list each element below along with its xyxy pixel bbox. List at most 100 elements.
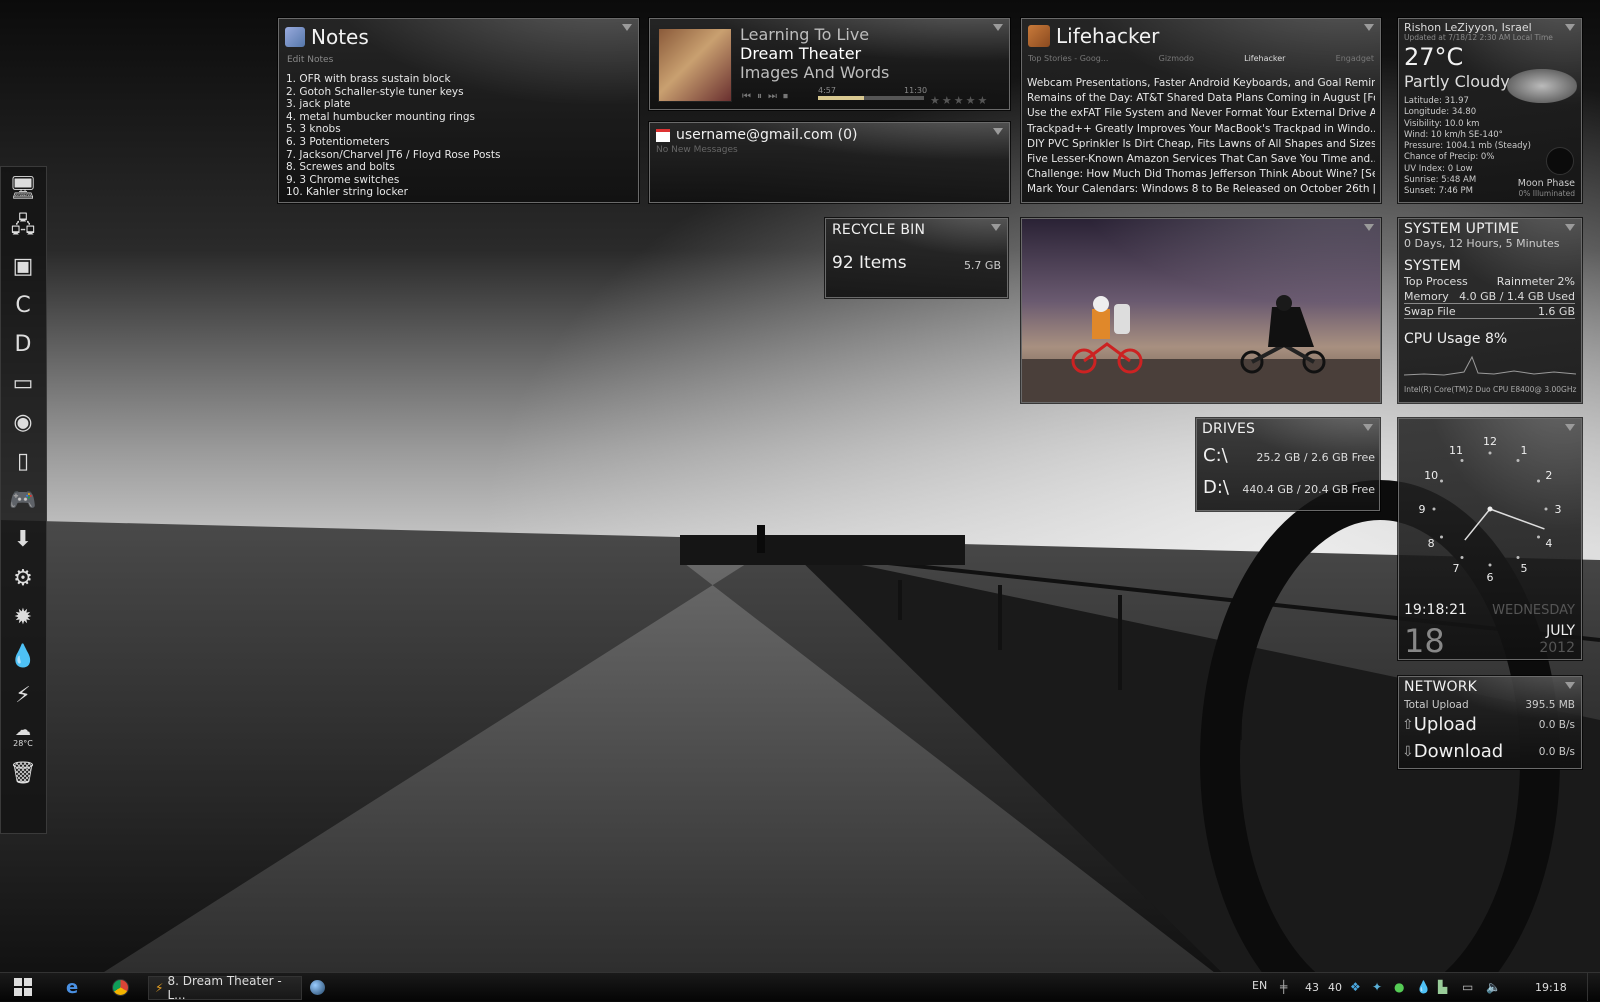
- note-item[interactable]: 4. metal humbucker mounting rings: [286, 111, 500, 124]
- edit-notes-link[interactable]: Edit Notes: [287, 55, 333, 65]
- clock-numeral: 12: [1483, 435, 1497, 448]
- clock-center: [1487, 506, 1493, 512]
- feed-headline[interactable]: Challenge: How Much Did Thomas Jefferson…: [1027, 167, 1375, 182]
- clock-year: 2012: [1539, 640, 1575, 656]
- feed-headline[interactable]: Mark Your Calendars: Windows 8 to Be Rel…: [1027, 182, 1375, 197]
- upload-value: 0.0 B/s: [1538, 718, 1575, 731]
- notes-icon: [285, 27, 305, 47]
- ie-taskbar-button[interactable]: e: [66, 976, 78, 998]
- menu-arrow-icon[interactable]: [622, 24, 632, 31]
- feed-headline[interactable]: Trackpad++ Greatly Improves Your MacBook…: [1027, 122, 1375, 137]
- menu-arrow-icon[interactable]: [991, 224, 1001, 231]
- feed-tab[interactable]: Gizmodo: [1159, 54, 1194, 63]
- feed-headline[interactable]: Use the exFAT File System and Never Form…: [1027, 106, 1375, 121]
- drive-d-info: 440.4 GB / 20.4 GB Free: [1242, 483, 1375, 496]
- gamepad-icon[interactable]: 🎮: [3, 482, 43, 518]
- note-item[interactable]: 8. Screwes and bolts: [286, 161, 500, 174]
- status-icon[interactable]: ●: [1394, 976, 1404, 998]
- note-item[interactable]: 2. Gotoh Schaller-style tuner keys: [286, 86, 500, 99]
- note-item[interactable]: 6. 3 Potentiometers: [286, 136, 500, 149]
- feed-tab[interactable]: Engadget: [1336, 54, 1374, 63]
- feed-headline[interactable]: Remains of the Day: AT&T Shared Data Pla…: [1027, 91, 1375, 106]
- star-icon[interactable]: ★: [966, 94, 976, 107]
- notes-list: 1. OFR with brass sustain block 2. Gotoh …: [286, 73, 500, 199]
- feed-tab[interactable]: Top Stories - Goog...: [1028, 54, 1108, 63]
- display-icon[interactable]: ▭: [1462, 976, 1473, 998]
- clock-numeral: 5: [1521, 562, 1528, 575]
- drive-c-letter[interactable]: C:\: [1203, 445, 1228, 466]
- note-item[interactable]: 5. 3 knobs: [286, 123, 500, 136]
- seek-bar[interactable]: [818, 96, 924, 100]
- phone-icon[interactable]: ▯: [3, 443, 43, 479]
- menu-arrow-icon[interactable]: [993, 128, 1003, 135]
- clock-tick: [1432, 507, 1436, 511]
- clock-numeral: 4: [1545, 537, 1552, 550]
- weather-detail: Pressure: 1004.1 mb (Steady): [1404, 141, 1531, 152]
- winamp-icon[interactable]: ⚡: [3, 677, 43, 713]
- drive-d-letter[interactable]: D:\: [1203, 477, 1229, 498]
- menu-arrow-icon[interactable]: [1565, 224, 1575, 231]
- ccleaner-icon[interactable]: C: [3, 287, 43, 323]
- screen-icon[interactable]: ▭: [3, 365, 43, 401]
- sync-icon[interactable]: ✦: [1372, 976, 1382, 998]
- pause-icon[interactable]: ⏸: [757, 91, 762, 102]
- network-icon[interactable]: 🖧: [3, 209, 43, 245]
- droplet-tray-icon[interactable]: 💧: [1416, 976, 1431, 998]
- recycle-bin-icon[interactable]: 🗑: [3, 755, 43, 791]
- droplet-icon[interactable]: 💧: [3, 638, 43, 674]
- taskbar: e ⚡ 8. Dream Theater - L... EN ╪ 43 40 ❖…: [0, 972, 1600, 1002]
- app-taskbar-button[interactable]: [310, 976, 325, 998]
- download-icon[interactable]: ⬇: [3, 521, 43, 557]
- feed-headline[interactable]: Webcam Presentations, Faster Android Key…: [1027, 76, 1375, 91]
- gear-icon[interactable]: ✹: [3, 599, 43, 635]
- note-item[interactable]: 3. jack plate: [286, 98, 500, 111]
- star-icon[interactable]: ★: [954, 94, 964, 107]
- star-icon[interactable]: ★: [942, 94, 952, 107]
- prev-icon[interactable]: ⏮: [742, 91, 751, 102]
- tray-clock[interactable]: 19:18: [1535, 976, 1567, 998]
- menu-arrow-icon[interactable]: [1565, 24, 1575, 31]
- download-value: 0.0 B/s: [1538, 745, 1575, 758]
- recycle-size: 5.7 GB: [963, 259, 1001, 272]
- gmail-account[interactable]: username@gmail.com (0): [676, 127, 858, 143]
- note-item[interactable]: 1. OFR with brass sustain block: [286, 73, 500, 86]
- language-indicator[interactable]: EN: [1252, 974, 1267, 996]
- feed-headline[interactable]: Five Lesser-Known Amazon Services That C…: [1027, 152, 1375, 167]
- menu-arrow-icon[interactable]: [1364, 24, 1374, 31]
- menu-arrow-icon[interactable]: [1565, 682, 1575, 689]
- rating-stars[interactable]: ★ ★ ★ ★ ★: [928, 89, 987, 108]
- moon-phase-label: Moon Phase: [1517, 178, 1575, 189]
- note-item[interactable]: 7. Jackson/Charvel JT6 / Floyd Rose Post…: [286, 149, 500, 162]
- settings-icon[interactable]: ⚙: [3, 560, 43, 596]
- chrome-taskbar-button[interactable]: [112, 976, 129, 998]
- star-icon[interactable]: ★: [930, 94, 940, 107]
- tray-signal-icon[interactable]: ╪: [1280, 976, 1287, 998]
- weather-icon[interactable]: ☁ 28°C: [3, 716, 43, 752]
- winamp-taskbar-button[interactable]: ⚡ 8. Dream Theater - L...: [148, 974, 302, 1002]
- show-desktop-button[interactable]: [1587, 973, 1600, 1001]
- feed-headline[interactable]: DIY PVC Sprinkler Is Dirt Cheap, Fits La…: [1027, 137, 1375, 152]
- stop-icon[interactable]: ⏹: [783, 91, 788, 102]
- daemon-tools-icon[interactable]: D: [3, 326, 43, 362]
- menu-arrow-icon[interactable]: [1363, 424, 1373, 431]
- start-button[interactable]: [14, 976, 32, 998]
- clock-numeral: 8: [1428, 537, 1435, 550]
- next-icon[interactable]: ⏭: [768, 91, 777, 102]
- star-icon[interactable]: ★: [978, 94, 988, 107]
- tray-count-1[interactable]: 43: [1305, 976, 1319, 998]
- tray-app-icon[interactable]: ▙: [1438, 976, 1447, 998]
- computer-icon[interactable]: 🖥: [3, 170, 43, 206]
- system-title: SYSTEM: [1404, 258, 1462, 274]
- note-item[interactable]: 10. Kahler string locker: [286, 186, 500, 199]
- dropbox-icon[interactable]: ❖: [1350, 976, 1361, 998]
- note-item[interactable]: 9. 3 Chrome switches: [286, 174, 500, 187]
- audio-icon[interactable]: ◉: [3, 404, 43, 440]
- tray-count-2[interactable]: 40: [1328, 976, 1342, 998]
- clock-numeral: 7: [1453, 562, 1460, 575]
- media-icon[interactable]: ▣: [3, 248, 43, 284]
- menu-arrow-icon[interactable]: [993, 24, 1003, 31]
- feed-list: Webcam Presentations, Faster Android Key…: [1027, 76, 1375, 198]
- volume-icon[interactable]: 🔈: [1486, 976, 1501, 998]
- track-artist: Dream Theater: [740, 44, 862, 63]
- feed-tab[interactable]: Lifehacker: [1244, 54, 1285, 63]
